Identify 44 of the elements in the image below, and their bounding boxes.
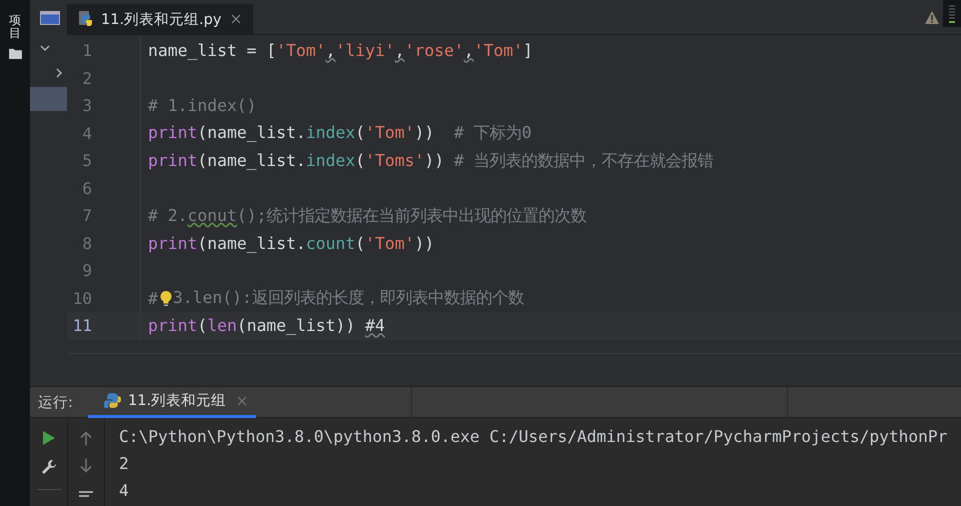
code-line: name_list = ['Tom','liyi','rose','Tom'] [148,41,533,60]
console-output-line: 2 [119,453,129,475]
window-icon[interactable] [40,10,60,24]
arrow-up-icon[interactable] [80,431,92,446]
line-number: 4 [81,124,92,143]
line-number: 9 [81,261,92,280]
code-line: print(name_list.index('Toms')) # 当列表的数据中，不存在就会报错 [148,150,714,172]
line-number: 10 [72,288,92,308]
line-number: 5 [81,151,92,170]
run-icon[interactable] [42,431,54,445]
console-output-line: 4 [119,480,129,502]
code-line: print(name_list.count('Tom')) [148,234,434,253]
line-number: 8 [81,234,92,253]
python-file-icon [79,11,95,27]
project-tool-tab[interactable]: 项目 [9,14,21,40]
line-number: 1 [81,41,92,60]
run-tab[interactable]: 11.列表和元组 [88,386,256,418]
warning-icon[interactable] [925,11,939,24]
lightbulb-icon[interactable] [160,290,172,307]
line-number: 2 [81,68,92,88]
code-line: # [148,288,158,308]
code-line: # 1.index() [148,96,257,116]
inspection-widget[interactable] [943,0,961,27]
editor-tab[interactable]: 11.列表和元组.py [67,4,254,34]
soft-wrap-icon[interactable] [79,491,93,497]
arrow-down-icon[interactable] [80,458,92,473]
wrench-icon[interactable] [40,459,56,475]
python-icon [104,392,121,409]
folder-icon[interactable] [8,48,22,60]
chevron-down-icon[interactable] [40,42,50,52]
stripes-icon [949,4,955,22]
chevron-right-icon[interactable] [54,68,64,78]
run-panel-label: 运行: [37,394,74,412]
line-number: 7 [81,206,92,226]
close-icon[interactable] [237,396,248,406]
code-line: 3.len():返回列表的长度，即列表中数据的个数 [172,287,524,310]
code-line: print(name_list.index('Tom')) # 下标为0 [148,122,532,144]
console-output-line: C:\Python\Python3.8.0\python3.8.0.exe C:/Users/Administrator/PycharmProjects/pythonPr [119,426,948,448]
line-number: 3 [81,96,92,116]
code-line: # 2.conut();统计指定数据在当前列表中出现的位置的次数 [148,204,586,227]
close-icon[interactable] [231,14,242,24]
line-number: 11 [72,316,92,336]
code-line: print(len(name_list)) #4 [148,316,385,336]
line-number: 6 [81,178,92,198]
